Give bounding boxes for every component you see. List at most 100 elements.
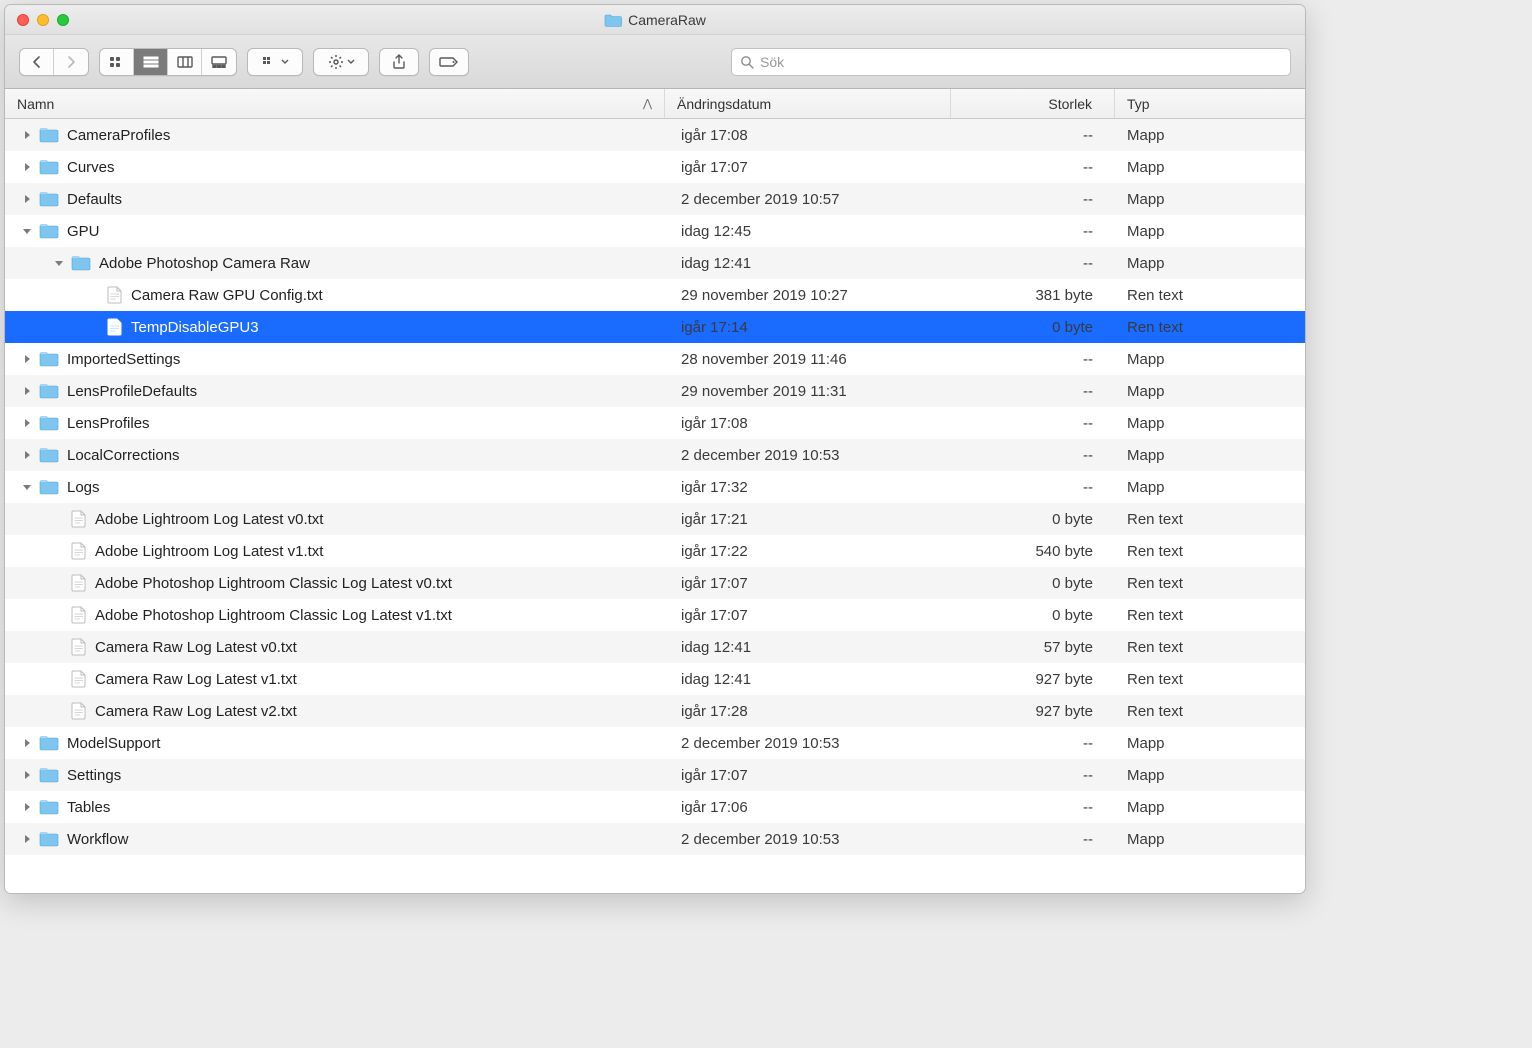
cell-size: --	[951, 223, 1115, 240]
item-name: Camera Raw GPU Config.txt	[131, 287, 323, 304]
cell-date: igår 17:28	[665, 703, 951, 720]
cell-date: 29 november 2019 10:27	[665, 287, 951, 304]
file-row[interactable]: Adobe Photoshop Lightroom Classic Log La…	[5, 567, 1305, 599]
disclosure-triangle[interactable]	[21, 481, 33, 493]
file-icon	[107, 286, 123, 304]
disclosure-triangle[interactable]	[53, 257, 65, 269]
folder-row[interactable]: LensProfileDefaults29 november 2019 11:3…	[5, 375, 1305, 407]
folder-row[interactable]: CameraProfilesigår 17:08--Mapp	[5, 119, 1305, 151]
item-name: Camera Raw Log Latest v2.txt	[95, 703, 297, 720]
item-name: Adobe Photoshop Camera Raw	[99, 255, 310, 272]
cell-size: --	[951, 191, 1115, 208]
back-button[interactable]	[20, 49, 54, 75]
column-header-date-label: Ändringsdatum	[677, 96, 771, 112]
tags-button[interactable]	[429, 48, 469, 76]
folder-icon	[39, 767, 59, 783]
file-icon	[71, 542, 87, 560]
disclosure-triangle[interactable]	[21, 193, 33, 205]
cell-size: --	[951, 159, 1115, 176]
share-button[interactable]	[379, 48, 419, 76]
item-name: CameraProfiles	[67, 127, 170, 144]
cell-size: --	[951, 767, 1115, 784]
file-row[interactable]: Adobe Lightroom Log Latest v1.txtigår 17…	[5, 535, 1305, 567]
cell-type: Mapp	[1115, 191, 1305, 208]
disclosure-triangle[interactable]	[21, 737, 33, 749]
zoom-window-button[interactable]	[57, 14, 69, 26]
cell-type: Ren text	[1115, 607, 1305, 624]
minimize-window-button[interactable]	[37, 14, 49, 26]
search-input[interactable]	[760, 54, 1282, 70]
disclosure-triangle[interactable]	[21, 833, 33, 845]
action-menu-button[interactable]	[313, 48, 369, 76]
item-name: Camera Raw Log Latest v1.txt	[95, 671, 297, 688]
item-name: ModelSupport	[67, 735, 160, 752]
forward-button[interactable]	[54, 49, 88, 75]
column-header-type[interactable]: Typ	[1115, 89, 1305, 118]
column-header-name-label: Namn	[17, 96, 54, 112]
folder-row[interactable]: Tablesigår 17:06--Mapp	[5, 791, 1305, 823]
file-row[interactable]: Camera Raw GPU Config.txt 29 november 201…	[5, 279, 1305, 311]
folder-row[interactable]: GPUidag 12:45--Mapp	[5, 215, 1305, 247]
folder-row[interactable]: Adobe Photoshop Camera Rawidag 12:41--Ma…	[5, 247, 1305, 279]
disclosure-triangle[interactable]	[21, 801, 33, 813]
folder-row[interactable]: Logsigår 17:32--Mapp	[5, 471, 1305, 503]
disclosure-triangle[interactable]	[21, 417, 33, 429]
disclosure-triangle[interactable]	[21, 225, 33, 237]
sort-ascending-icon: ⋀	[643, 97, 652, 110]
cell-size: --	[951, 127, 1115, 144]
cell-date: igår 17:14	[665, 319, 951, 336]
disclosure-triangle[interactable]	[21, 449, 33, 461]
folder-row[interactable]: Curvesigår 17:07--Mapp	[5, 151, 1305, 183]
search-field[interactable]	[731, 48, 1291, 76]
file-list[interactable]: CameraProfilesigår 17:08--Mapp Curves igår…	[5, 119, 1305, 893]
folder-icon	[39, 351, 59, 367]
cell-type: Mapp	[1115, 767, 1305, 784]
file-icon	[71, 606, 87, 624]
cell-name: ImportedSettings	[5, 351, 665, 368]
disclosure-triangle[interactable]	[21, 353, 33, 365]
group-by-button[interactable]	[247, 48, 303, 76]
folder-row[interactable]: LocalCorrections2 december 2019 10:53--M…	[5, 439, 1305, 471]
file-row[interactable]: Adobe Lightroom Log Latest v0.txtigår 17…	[5, 503, 1305, 535]
file-row[interactable]: Camera Raw Log Latest v0.txtidag 12:4157…	[5, 631, 1305, 663]
folder-row[interactable]: ImportedSettings28 november 2019 11:46--…	[5, 343, 1305, 375]
file-row[interactable]: Camera Raw Log Latest v2.txtigår 17:2892…	[5, 695, 1305, 727]
chevron-down-icon	[281, 58, 289, 66]
folder-row[interactable]: Workflow2 december 2019 10:53--Mapp	[5, 823, 1305, 855]
titlebar: CameraRaw	[5, 5, 1305, 35]
file-row[interactable]: TempDisableGPU3igår 17:140 byteRen text	[5, 311, 1305, 343]
folder-icon	[604, 13, 622, 27]
view-icons-button[interactable]	[100, 49, 134, 75]
file-row[interactable]: Adobe Photoshop Lightroom Classic Log La…	[5, 599, 1305, 631]
column-header-size[interactable]: Storlek	[951, 89, 1115, 118]
column-header-date[interactable]: Ändringsdatum	[665, 89, 951, 118]
cell-type: Ren text	[1115, 639, 1305, 656]
cell-date: 28 november 2019 11:46	[665, 351, 951, 368]
folder-row[interactable]: Defaults2 december 2019 10:57--Mapp	[5, 183, 1305, 215]
item-name: Workflow	[67, 831, 128, 848]
column-header-name[interactable]: Namn ⋀	[5, 89, 665, 118]
view-gallery-button[interactable]	[202, 49, 236, 75]
folder-row[interactable]: ModelSupport2 december 2019 10:53--Mapp	[5, 727, 1305, 759]
file-row[interactable]: Camera Raw Log Latest v1.txtidag 12:4192…	[5, 663, 1305, 695]
folder-icon	[39, 383, 59, 399]
cell-date: igår 17:07	[665, 159, 951, 176]
cell-name: LocalCorrections	[5, 447, 665, 464]
disclosure-triangle[interactable]	[21, 385, 33, 397]
view-columns-button[interactable]	[168, 49, 202, 75]
cell-date: igår 17:07	[665, 767, 951, 784]
disclosure-triangle[interactable]	[21, 129, 33, 141]
folder-icon	[39, 799, 59, 815]
item-name: Curves	[67, 159, 115, 176]
folder-icon	[39, 127, 59, 143]
item-name: ImportedSettings	[67, 351, 180, 368]
disclosure-triangle[interactable]	[21, 161, 33, 173]
disclosure-triangle[interactable]	[21, 769, 33, 781]
folder-row[interactable]: LensProfilesigår 17:08--Mapp	[5, 407, 1305, 439]
folder-row[interactable]: Settingsigår 17:07--Mapp	[5, 759, 1305, 791]
close-window-button[interactable]	[17, 14, 29, 26]
cell-date: igår 17:07	[665, 607, 951, 624]
cell-date: 2 december 2019 10:53	[665, 735, 951, 752]
view-list-button[interactable]	[134, 49, 168, 75]
cell-name: Camera Raw Log Latest v1.txt	[5, 670, 665, 688]
